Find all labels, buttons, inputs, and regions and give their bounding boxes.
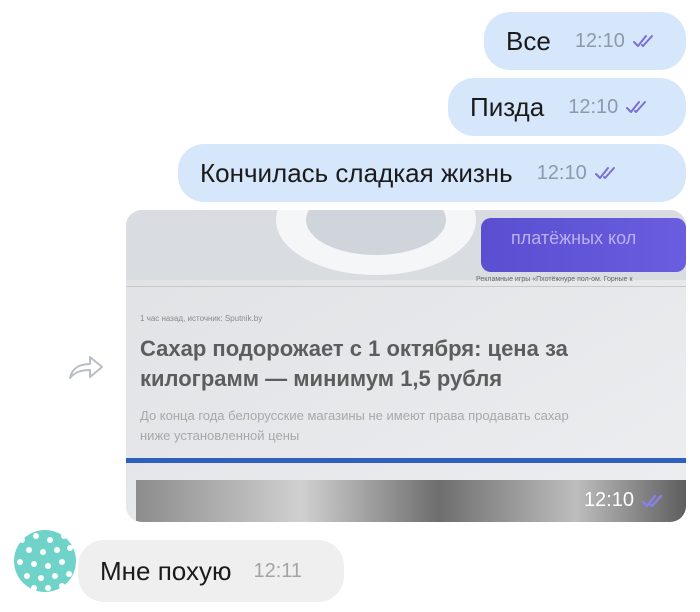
- ad-caption: Рекламные игры «Пхотёжнуре пол-ом. Горны…: [476, 276, 633, 283]
- message-time: 12:10: [536, 161, 587, 184]
- double-check-icon: [642, 494, 663, 507]
- message-time: 12:10: [574, 29, 625, 52]
- double-check-icon: [594, 167, 615, 179]
- message-meta: 12:10: [575, 30, 659, 53]
- message-time: 12:10: [568, 95, 619, 118]
- forward-arrow-icon[interactable]: [66, 352, 106, 382]
- article-lead: До конца года белорусские магазины не им…: [140, 406, 569, 446]
- message-bubble-outgoing[interactable]: Пизда 12:10: [448, 78, 686, 136]
- avatar[interactable]: [14, 530, 76, 592]
- lead-line: ниже установленной цены: [140, 428, 300, 443]
- message-time: 12:11: [253, 559, 303, 582]
- banner-text: платёжных кол: [511, 228, 637, 248]
- photo-message-meta: 12:10: [584, 489, 668, 512]
- headline-line: килограмм — минимум 1,5 рубля: [140, 366, 503, 391]
- message-meta: 12:11: [253, 560, 302, 583]
- message-time: 12:10: [583, 489, 634, 511]
- message-text: Пизда: [470, 91, 545, 122]
- message-text: Все: [506, 25, 551, 56]
- message-bubble-outgoing[interactable]: Кончилась сладкая жизнь 12:10: [178, 144, 686, 202]
- message-meta: 12:10: [568, 96, 652, 119]
- message-text: Мне похую: [100, 555, 232, 586]
- lead-line: До конца года белорусские магазины не им…: [140, 408, 569, 423]
- photo-message[interactable]: платёжных кол Рекламные игры «Пхотёжнуре…: [126, 210, 686, 522]
- headline-line: Сахар подорожает с 1 октября: цена за: [140, 336, 568, 361]
- article-meta: 1 час назад, источник: Sputnik.by: [140, 314, 263, 323]
- article-headline: Сахар подорожает с 1 октября: цена за ки…: [140, 334, 568, 394]
- message-meta: 12:10: [537, 162, 621, 185]
- message-bubble-outgoing[interactable]: Все 12:10: [484, 12, 686, 70]
- double-check-icon: [626, 101, 647, 113]
- message-bubble-incoming[interactable]: Мне похую 12:11: [78, 540, 344, 602]
- double-check-icon: [632, 35, 653, 47]
- message-text: Кончилась сладкая жизнь: [200, 157, 513, 188]
